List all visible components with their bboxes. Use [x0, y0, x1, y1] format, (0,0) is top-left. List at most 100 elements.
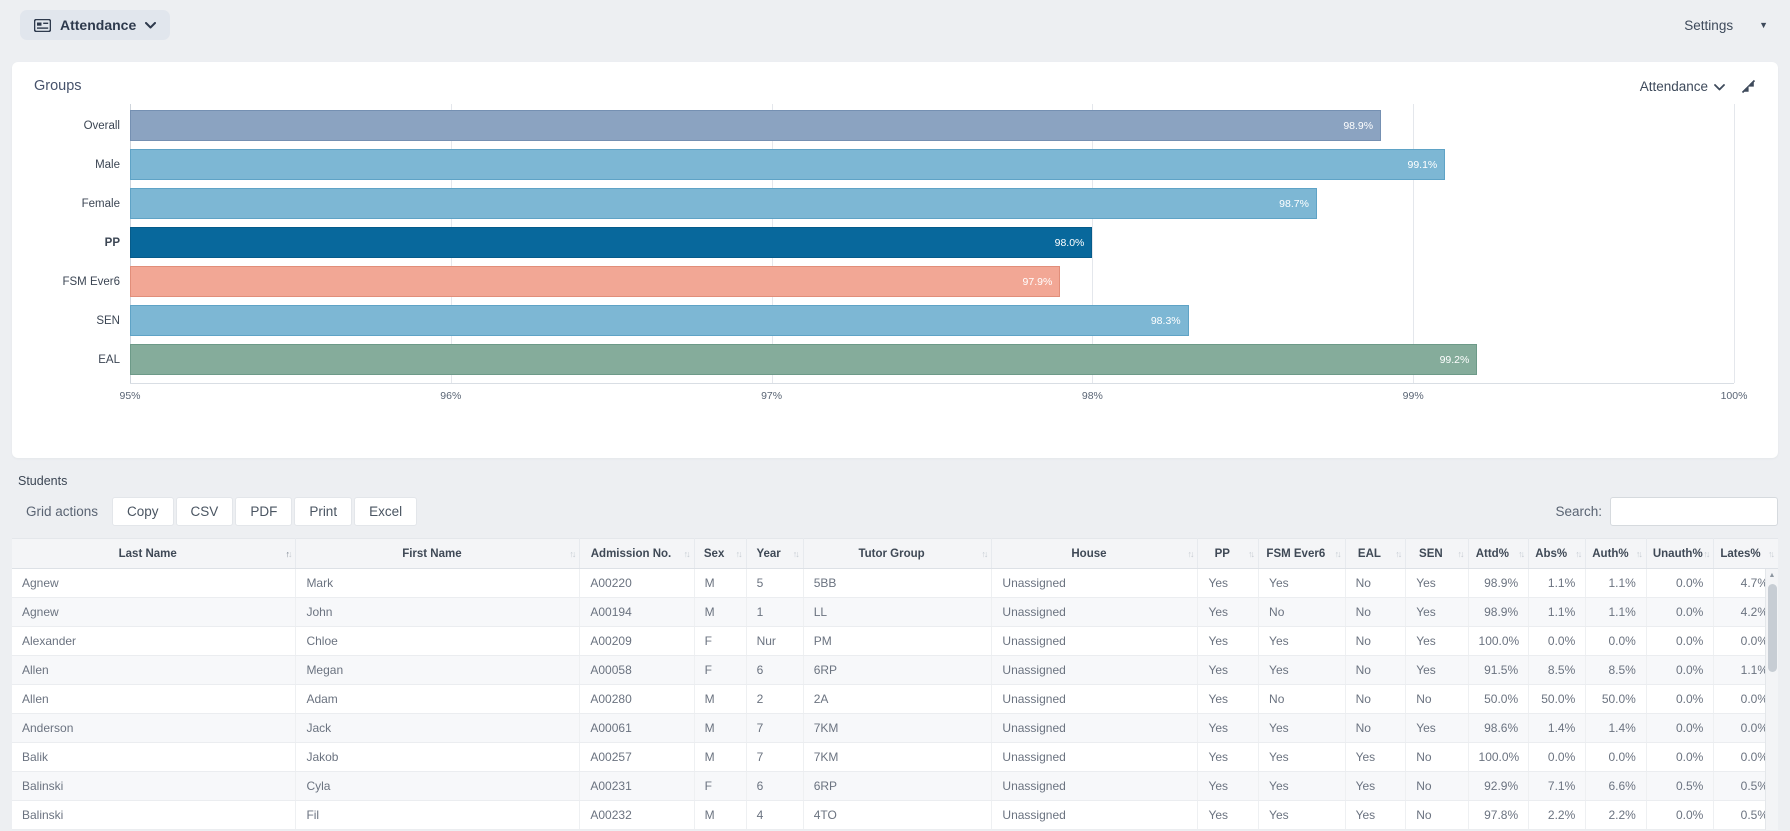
- table-cell: Unassigned: [992, 627, 1198, 656]
- table-cell: 0.0%: [1646, 801, 1714, 830]
- table-cell: 6RP: [803, 656, 992, 685]
- table-cell: Alexander: [12, 627, 296, 656]
- table-cell: Allen: [12, 685, 296, 714]
- table-cell: 0.0%: [1586, 627, 1647, 656]
- grid-action-pdf-button[interactable]: PDF: [235, 497, 292, 526]
- table-row[interactable]: AgnewJohnA00194M1LLUnassignedYesNoNoYes9…: [12, 598, 1778, 627]
- column-header-first-name[interactable]: First Name↑↓: [296, 539, 580, 569]
- column-header-pp[interactable]: PP↑↓: [1198, 539, 1259, 569]
- scrollbar-up-arrow-icon[interactable]: ▲: [1766, 569, 1778, 582]
- chart-bar-sen[interactable]: 98.3%: [130, 305, 1189, 336]
- column-header-fsm-ever6[interactable]: FSM Ever6↑↓: [1259, 539, 1346, 569]
- table-cell: Yes: [1406, 714, 1468, 743]
- chart-plot-area: Overall98.9%Male99.1%Female98.7%PP98.0%F…: [130, 104, 1734, 384]
- table-cell: 91.5%: [1468, 656, 1529, 685]
- column-header-auth-[interactable]: Auth%↑↓: [1586, 539, 1647, 569]
- table-cell: PM: [803, 627, 992, 656]
- column-header-lates-[interactable]: Lates%↑↓: [1714, 539, 1778, 569]
- table-cell: 0.0%: [1646, 598, 1714, 627]
- table-cell: Anderson: [12, 714, 296, 743]
- table-cell: Yes: [1406, 656, 1468, 685]
- table-cell: Chloe: [296, 627, 580, 656]
- column-header-label: Admission No.: [591, 548, 672, 560]
- column-header-unauth-[interactable]: Unauth%↑↓: [1646, 539, 1714, 569]
- chart-bar-female[interactable]: 98.7%: [130, 188, 1317, 219]
- settings-button[interactable]: Settings: [1684, 18, 1733, 33]
- table-cell: Yes: [1259, 656, 1346, 685]
- table-cell: John: [296, 598, 580, 627]
- table-cell: Yes: [1259, 569, 1346, 598]
- column-header-sen[interactable]: SEN↑↓: [1406, 539, 1468, 569]
- table-cell: Yes: [1198, 685, 1259, 714]
- sort-icon: ↑↓: [1248, 549, 1253, 559]
- search-input[interactable]: [1610, 497, 1778, 526]
- column-header-house[interactable]: House↑↓: [992, 539, 1198, 569]
- column-header-sex[interactable]: Sex↑↓: [694, 539, 746, 569]
- chart-bar-overall[interactable]: 98.9%: [130, 110, 1381, 141]
- table-row[interactable]: AllenMeganA00058F66RPUnassignedYesYesNoY…: [12, 656, 1778, 685]
- table-row[interactable]: AgnewMarkA00220M55BBUnassignedYesYesNoYe…: [12, 569, 1778, 598]
- table-cell: A00061: [580, 714, 694, 743]
- settings-caret-icon[interactable]: ▼: [1759, 20, 1768, 30]
- column-header-eal[interactable]: EAL↑↓: [1345, 539, 1406, 569]
- chart-bar-row: PP98.0%: [130, 223, 1734, 262]
- sort-icon: ↑↓: [1395, 549, 1400, 559]
- table-cell: 92.9%: [1468, 772, 1529, 801]
- table-cell: Unassigned: [992, 685, 1198, 714]
- bar-value-label: 99.2%: [1440, 354, 1470, 366]
- grid-action-excel-button[interactable]: Excel: [354, 497, 417, 526]
- collapse-panel-icon[interactable]: [1741, 79, 1756, 94]
- table-cell: A00231: [580, 772, 694, 801]
- column-header-abs-[interactable]: Abs%↑↓: [1529, 539, 1586, 569]
- table-cell: Unassigned: [992, 772, 1198, 801]
- grid-action-csv-button[interactable]: CSV: [176, 497, 234, 526]
- column-header-last-name[interactable]: Last Name↑↓: [12, 539, 296, 569]
- table-cell: 7.1%: [1529, 772, 1586, 801]
- groups-panel-title: Groups: [34, 78, 82, 94]
- table-cell: No: [1345, 627, 1406, 656]
- bar-value-label: 98.9%: [1343, 120, 1373, 132]
- table-row[interactable]: AllenAdamA00280M22AUnassignedYesNoNoNo50…: [12, 685, 1778, 714]
- table-cell: 2: [746, 685, 803, 714]
- chart-bar-eal[interactable]: 99.2%: [130, 344, 1477, 375]
- table-cell: No: [1345, 598, 1406, 627]
- sort-icon: ↑↓: [569, 549, 574, 559]
- column-header-year[interactable]: Year↑↓: [746, 539, 803, 569]
- attendance-nav-label: Attendance: [60, 17, 136, 33]
- table-cell: Unassigned: [992, 714, 1198, 743]
- table-cell: 4TO: [803, 801, 992, 830]
- table-row[interactable]: BalinskiCylaA00231F66RPUnassignedYesYesY…: [12, 772, 1778, 801]
- chart-bar-fsm-ever6[interactable]: 97.9%: [130, 266, 1060, 297]
- chart-bar-row: Male99.1%: [130, 145, 1734, 184]
- chart-bar-pp[interactable]: 98.0%: [130, 227, 1092, 258]
- column-header-tutor-group[interactable]: Tutor Group↑↓: [803, 539, 992, 569]
- table-cell: 0.0%: [1646, 569, 1714, 598]
- scrollbar-thumb[interactable]: [1768, 584, 1777, 672]
- table-row[interactable]: BalikJakobA00257M77KMUnassignedYesYesYes…: [12, 743, 1778, 772]
- sort-icon: ↑↓: [1636, 549, 1641, 559]
- sort-icon: ↑↓: [736, 549, 741, 559]
- grid-action-copy-button[interactable]: Copy: [112, 497, 174, 526]
- column-header-attd-[interactable]: Attd%↑↓: [1468, 539, 1529, 569]
- table-row[interactable]: AndersonJackA00061M77KMUnassignedYesYesN…: [12, 714, 1778, 743]
- table-row[interactable]: AlexanderChloeA00209FNurPMUnassignedYesY…: [12, 627, 1778, 656]
- table-row[interactable]: BalinskiFilA00232M44TOUnassignedYesYesYe…: [12, 801, 1778, 830]
- attendance-nav-button[interactable]: Attendance: [20, 10, 170, 40]
- column-header-admission-no-[interactable]: Admission No.↑↓: [580, 539, 694, 569]
- table-cell: 0.0%: [1646, 656, 1714, 685]
- column-header-label: Unauth%: [1653, 548, 1703, 560]
- table-cell: Yes: [1198, 656, 1259, 685]
- table-cell: 2.2%: [1529, 801, 1586, 830]
- table-cell: Yes: [1198, 569, 1259, 598]
- chart-bar-male[interactable]: 99.1%: [130, 149, 1445, 180]
- table-cell: Unassigned: [992, 569, 1198, 598]
- bar-value-label: 98.7%: [1279, 198, 1309, 210]
- measure-dropdown[interactable]: Attendance: [1640, 79, 1725, 94]
- table-scrollbar[interactable]: ▲: [1765, 569, 1778, 830]
- table-body: AgnewMarkA00220M55BBUnassignedYesYesNoYe…: [12, 569, 1778, 830]
- table-cell: M: [694, 801, 746, 830]
- sort-icon: ↑↓: [1518, 549, 1523, 559]
- table-cell: 8.5%: [1586, 656, 1647, 685]
- grid-action-print-button[interactable]: Print: [294, 497, 352, 526]
- column-header-label: Last Name: [119, 548, 177, 560]
